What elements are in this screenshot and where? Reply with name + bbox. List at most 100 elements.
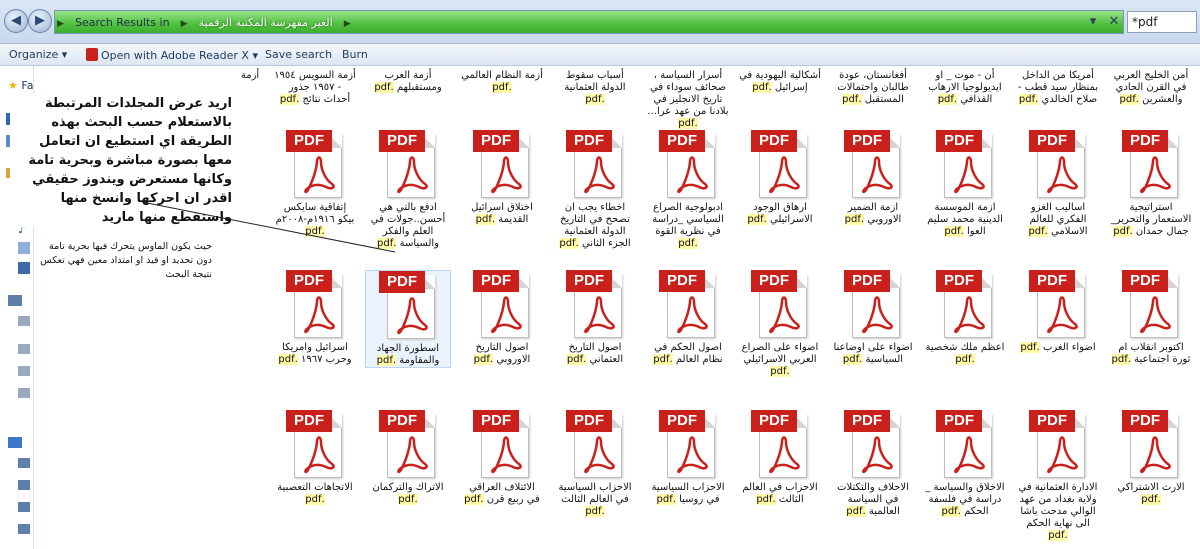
file-extension: .pdf: [475, 214, 496, 225]
file-item[interactable]: أن - موت _ او ايديولوجيا الارهاب القذافي…: [922, 70, 1008, 106]
pdf-badge: PDF: [844, 130, 890, 152]
file-item[interactable]: أمريكا من الداخل بمنظار سيد قطب - صلاح ا…: [1015, 70, 1101, 106]
breadcrumb-chevron-icon[interactable]: ▶: [342, 13, 353, 33]
drive-icon[interactable]: [18, 388, 30, 398]
file-item[interactable]: PDF اختلاق اسرائيل القديمة .pdf: [459, 130, 545, 226]
file-extension: .pdf: [464, 494, 484, 505]
file-item[interactable]: PDF ادفع بالتي هي أحسن..جولات في العلم وا…: [365, 130, 451, 250]
file-name: ازمة الموسسة الدينية محمد سليم العوا .pd…: [927, 202, 1003, 237]
drive-icon[interactable]: [18, 344, 30, 354]
file-item[interactable]: PDF الارث الاشتراكي .pdf: [1108, 410, 1194, 506]
file-item[interactable]: أزمة السويس ١٩٥٤ - ١٩٥٧ جذور أحداث نتائج…: [272, 70, 358, 106]
file-item[interactable]: PDF الاحزاب السياسية في روسيا .pdf: [645, 410, 731, 506]
close-icon[interactable]: ✕: [1104, 12, 1124, 32]
address-bar[interactable]: ▶ Search Results in ▶ الغير مفهرسة المكت…: [54, 10, 1124, 34]
file-item[interactable]: PDF اسرائيل وامريكا وحرب ١٩٦٧ .pdf: [272, 270, 358, 366]
file-item[interactable]: أزمة العرب ومستقبلهم .pdf: [365, 70, 451, 94]
file-item[interactable]: PDF اضواء الغرب .pdf: [1015, 270, 1101, 354]
burn-button[interactable]: Burn: [342, 48, 368, 61]
file-item[interactable]: أمن الخليج العربي في القرن الحادي والعشر…: [1108, 70, 1194, 106]
pdf-badge: PDF: [1029, 130, 1075, 152]
network-computer-icon[interactable]: [18, 458, 30, 468]
file-item[interactable]: أزمة الاسلام مع .pdf: [240, 70, 270, 94]
network-computer-icon[interactable]: [18, 524, 30, 534]
file-item[interactable]: PDF اصول التاريخ العثماني .pdf: [552, 270, 638, 366]
breadcrumb-search-results[interactable]: Search Results in: [71, 12, 174, 33]
acrobat-icon: [584, 436, 615, 474]
videos-icon[interactable]: [18, 262, 30, 274]
file-name: اضواء على الصراع العربي الاسرائيلي .pdf: [741, 342, 819, 377]
file-item[interactable]: أفغانستان، عودة طالبان واحتمالات المستقب…: [830, 70, 916, 106]
file-name: استراتيجية الاستعمار والتحرير_ جمال حمدا…: [1110, 202, 1192, 237]
pdf-badge: PDF: [473, 130, 519, 152]
file-item[interactable]: PDF اضواء على اوضاعنا السياسية .pdf: [830, 270, 916, 366]
file-extension: .pdf: [844, 214, 865, 225]
file-item[interactable]: PDF استراتيجية الاستعمار والتحرير_ جمال ح…: [1108, 130, 1194, 238]
file-item[interactable]: PDF اكتوبر انقلاب ام ثورة اجتماعية .pdf: [1108, 270, 1194, 366]
file-item[interactable]: PDF الاحزاب السياسية في العالم الثالث .pd…: [552, 410, 638, 518]
file-name: اضواء الغرب .pdf: [1020, 342, 1096, 353]
breadcrumb-chevron-icon[interactable]: ▶: [179, 13, 190, 33]
network-computer-icon[interactable]: [18, 502, 30, 512]
file-item[interactable]: PDF اساليب الغزو الفكري للعالم الاسلامي .…: [1015, 130, 1101, 238]
file-item[interactable]: PDF الاتجاهات التعصبية .pdf: [272, 410, 358, 506]
file-item[interactable]: PDF اضواء على الصراع العربي الاسرائيلي .p…: [737, 270, 823, 378]
breadcrumb-library-folder[interactable]: الغير مفهرسة المكتبة الرقمية: [195, 12, 337, 33]
file-item[interactable]: PDF ازمة الضمير الاوروبي .pdf: [830, 130, 916, 226]
search-input[interactable]: *pdf: [1127, 11, 1197, 33]
network-icon[interactable]: [8, 437, 22, 448]
open-with-adobe-button[interactable]: Open with Adobe Reader X ▾: [86, 48, 258, 62]
file-extension: .pdf: [1020, 342, 1040, 353]
file-extension: .pdf: [278, 354, 298, 365]
file-name: أسرار السياسة ، صحائف سوداء في تاريخ الا…: [647, 70, 729, 129]
file-item[interactable]: PDF اخطاء يجب ان تصحح في التاريخ الدولة ا…: [552, 130, 638, 250]
acrobat-icon: [491, 156, 522, 194]
pdf-file-icon: PDF: [286, 410, 344, 482]
file-name: اكتوبر انقلاب ام ثورة اجتماعية .pdf: [1111, 342, 1191, 365]
file-item[interactable]: PDF اصول الحكم في نظام العالم .pdf: [645, 270, 731, 366]
organize-button[interactable]: Organize ▾: [9, 48, 67, 61]
pdf-badge: PDF: [936, 410, 982, 432]
back-button[interactable]: ◀: [4, 9, 28, 33]
file-item[interactable]: PDF ارهاق الوجود الاسرائيلي .pdf: [737, 130, 823, 226]
file-item[interactable]: PDF إتفاقية سايكس بيكو ١٩١٦م-٢٠٠٨م .pdf: [272, 130, 358, 238]
save-search-button[interactable]: Save search: [265, 48, 332, 61]
file-item[interactable]: PDF اسطورة الجهاد والمقاومة .pdf: [365, 270, 451, 368]
file-item[interactable]: PDF ازمة الموسسة الدينية محمد سليم العوا …: [922, 130, 1008, 238]
file-item[interactable]: PDF اصول التاريخ الاوروبي .pdf: [459, 270, 545, 366]
file-name: أزمة العرب ومستقبلهم .pdf: [374, 70, 442, 93]
file-name: ازمة الضمير الاوروبي .pdf: [844, 202, 902, 225]
file-item[interactable]: PDF الاحزاب في العالم الثالث .pdf: [737, 410, 823, 506]
acrobat-icon: [584, 156, 615, 194]
file-item[interactable]: PDF الاخلاق والسياسة _ دراسة في فلسفة الح…: [922, 410, 1008, 518]
file-item[interactable]: PDF ادبولوجية الصراع السياسي _دراسة في نظ…: [645, 130, 731, 250]
file-item[interactable]: PDF الاتراك والتركمان .pdf: [365, 410, 451, 506]
file-extension: .pdf: [1113, 226, 1133, 237]
computer-icon[interactable]: [8, 295, 22, 306]
file-item[interactable]: PDF الاحلاف والتكتلات في السياسة العالمية…: [830, 410, 916, 518]
pdf-badge: PDF: [936, 270, 982, 292]
file-item[interactable]: PDF الائتلاف العراقي في ربيع قرن .pdf: [459, 410, 545, 506]
pdf-badge: PDF: [659, 270, 705, 292]
file-item[interactable]: أسرار السياسة ، صحائف سوداء في تاريخ الا…: [645, 70, 731, 130]
pictures-icon[interactable]: [18, 242, 30, 254]
acrobat-icon: [1047, 156, 1078, 194]
file-item[interactable]: PDF اعظم ملك شخصية .pdf: [922, 270, 1008, 366]
file-item[interactable]: أزمة النظام العالمي .pdf: [459, 70, 545, 94]
acrobat-icon: [769, 296, 800, 334]
file-name: اسرائيل وامريكا وحرب ١٩٦٧ .pdf: [278, 342, 352, 365]
acrobat-icon: [1047, 296, 1078, 334]
file-item[interactable]: أسباب سقوط الدولة العثمانية .pdf: [552, 70, 638, 106]
forward-button[interactable]: ▶: [28, 9, 52, 33]
favorites-item[interactable]: ★ Favorite: [8, 79, 33, 92]
file-item[interactable]: PDF الادارة العثمانية في ولاية بغداد من ع…: [1015, 410, 1101, 542]
address-dropdown-icon[interactable]: ▾: [1083, 12, 1103, 32]
drive-icon[interactable]: [18, 366, 30, 376]
network-computer-icon[interactable]: [18, 480, 30, 490]
file-extension: .pdf: [842, 94, 862, 105]
acrobat-icon: [304, 156, 335, 194]
file-item[interactable]: أشكالية اليهودية في إسرائيل .pdf: [737, 70, 823, 94]
file-name: أشكالية اليهودية في إسرائيل .pdf: [739, 70, 821, 93]
drive-icon[interactable]: [18, 316, 30, 326]
explorer-window: { "address": { "segments": ["Search Resu…: [0, 0, 1200, 549]
